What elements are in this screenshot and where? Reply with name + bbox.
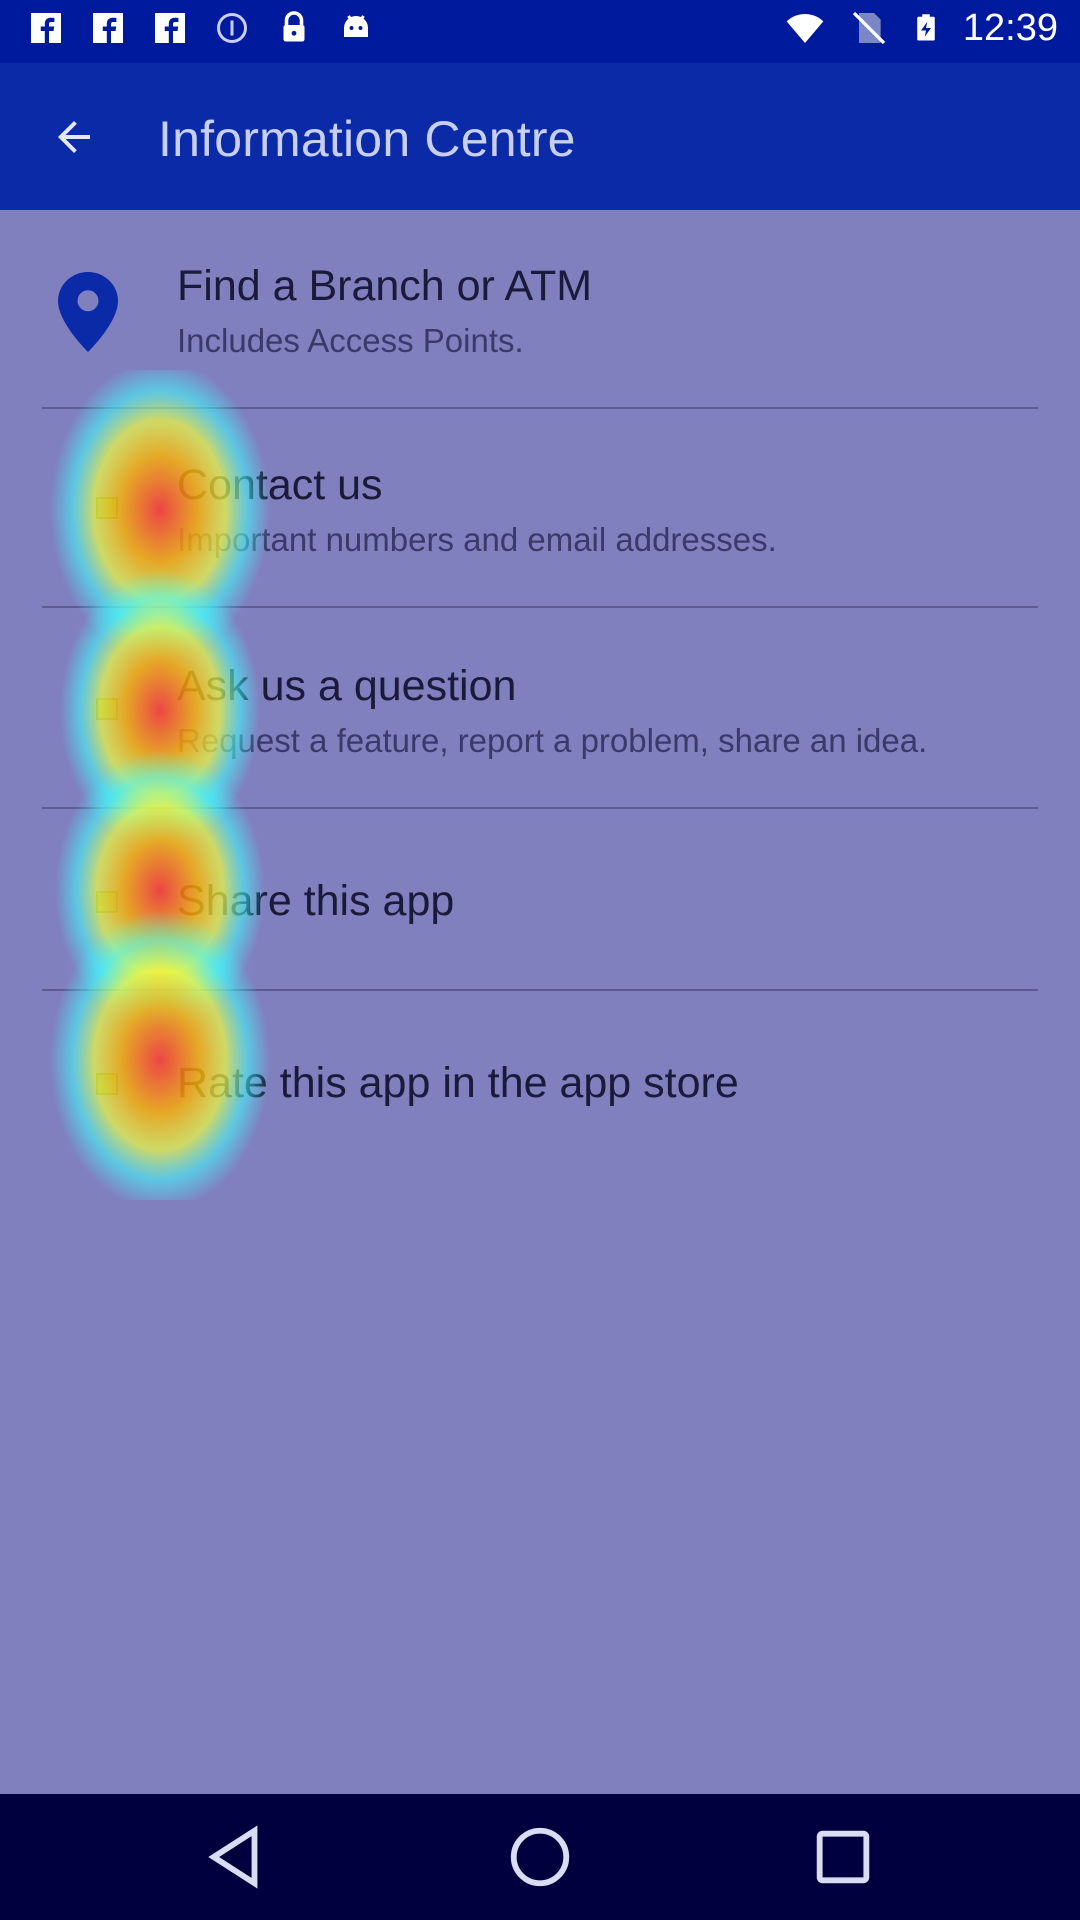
notification-icons [28,10,374,46]
recents-square-icon[interactable] [808,1822,878,1892]
home-circle-icon[interactable] [505,1822,575,1892]
facebook-icon [93,13,123,43]
broken-image-icon [96,698,118,720]
info-icon [217,13,247,43]
battery-charging-icon [917,14,935,41]
menu-item-contact-us[interactable]: Contact us Important numbers and email a… [0,409,1080,606]
menu-item-title: Ask us a question [177,662,517,710]
menu-item-title: Contact us [177,461,383,509]
app-bar: Information Centre [0,63,1080,210]
clock: 12:39 [962,6,1058,49]
facebook-icon [31,13,61,43]
menu-item-title: Find a Branch or ATM [177,262,593,310]
back-triangle-icon[interactable] [202,1822,272,1892]
lock-icon [283,11,305,42]
page-title: Information Centre [158,111,576,167]
wifi-icon [786,14,824,43]
menu-item-ask-question[interactable]: Ask us a question Request a feature, rep… [0,608,1080,807]
broken-image-icon [96,891,118,913]
location-pin-icon [58,272,118,352]
menu-item-subtitle: Important numbers and email addresses. [177,521,777,558]
menu-item-find-branch[interactable]: Find a Branch or ATM Includes Access Poi… [0,210,1080,407]
no-sim-icon [852,11,886,45]
facebook-icon [155,13,185,43]
menu-item-title: Rate this app in the app store [177,1059,739,1107]
back-button[interactable] [40,103,108,171]
arrow-back-icon [58,121,90,153]
menu-item-rate-app[interactable]: Rate this app in the app store [0,991,1080,1171]
menu-item-subtitle: Includes Access Points. [177,322,524,359]
menu-item-share-app[interactable]: Share this app [0,809,1080,989]
system-status-icons: 12:39 [783,6,1058,50]
broken-image-icon [96,1073,118,1095]
android-icon [344,15,368,37]
info-menu-list: Find a Branch or ATM Includes Access Poi… [0,210,1080,1794]
menu-item-title: Share this app [177,877,455,925]
status-bar: 12:39 [0,0,1080,63]
menu-item-subtitle: Request a feature, report a problem, sha… [177,722,928,759]
system-nav-bar [0,1794,1080,1920]
broken-image-icon [96,497,118,519]
